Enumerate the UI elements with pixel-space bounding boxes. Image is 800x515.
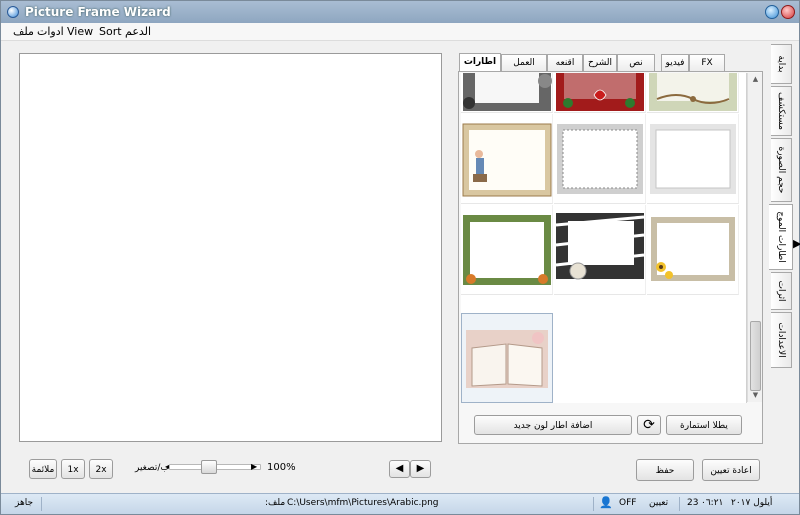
file-label: :ملف: [265, 498, 286, 508]
tab-frames[interactable]: اطارات: [459, 53, 501, 72]
save-button[interactable]: حفظ: [636, 459, 694, 481]
status-toggle[interactable]: OFF: [619, 498, 636, 508]
side-tab-image-size[interactable]: حجم الصورة: [771, 138, 792, 202]
zoom-percent: 100%: [267, 462, 296, 473]
minimize-button[interactable]: [765, 5, 779, 19]
file-path: C:\Users\mfm\Pictures\Arabic.png: [287, 498, 439, 508]
menu-bar: ملف ادوات View Sort الدعم: [1, 23, 799, 41]
tab-masks[interactable]: اقنعه: [547, 54, 583, 71]
silver-frame-icon: [650, 124, 736, 194]
zoom-2x-button[interactable]: 2x: [89, 459, 113, 479]
frame-thumb[interactable]: [554, 205, 646, 295]
window-title: Picture Frame Wizard: [25, 5, 171, 19]
status-time: ٠٦:٢١: [701, 498, 724, 508]
status-month-year: أيلول ٢٠١٧: [731, 498, 773, 508]
frame-thumb[interactable]: [554, 114, 646, 204]
tab-artwork[interactable]: العمل الفني: [501, 54, 547, 84]
side-tab-settings[interactable]: الاعدادات: [771, 312, 792, 368]
roses-heart-frame-icon: [556, 73, 644, 111]
grunge-frame-icon: [463, 73, 552, 111]
tab-video[interactable]: فيديو: [661, 54, 689, 71]
frame-thumb[interactable]: [461, 114, 553, 204]
apply-form-button[interactable]: يطلا استمارة: [666, 415, 742, 435]
lace-frame-icon: [557, 124, 643, 194]
status-day: 23: [687, 498, 699, 508]
frame-thumb-selected[interactable]: [461, 313, 553, 403]
menu-help[interactable]: الدعم: [125, 25, 151, 38]
user-icon: 👤: [599, 496, 613, 509]
zoom-slider-thumb[interactable]: [201, 460, 217, 474]
app-icon: [7, 6, 19, 18]
side-tab-frames[interactable]: اطارات الموج: [769, 204, 793, 270]
preview-canvas[interactable]: [19, 53, 442, 442]
side-tabs: بداية مستكشف حجم الصورة اطارات الموج اثر…: [769, 44, 793, 374]
status-separator: [593, 497, 594, 511]
fit-button[interactable]: ملائمة: [29, 459, 57, 479]
menu-view[interactable]: View: [67, 25, 93, 38]
leaf-frame-icon: [463, 215, 551, 285]
menu-sort[interactable]: Sort: [99, 25, 122, 38]
status-ready: جاهز: [15, 498, 34, 508]
boy-sketch-frame-icon: [462, 123, 552, 197]
next-arrow-icon[interactable]: ▶: [410, 460, 431, 478]
set-label: تعيين: [649, 498, 669, 508]
frame-gallery: [461, 73, 747, 403]
frame-thumb[interactable]: [647, 114, 739, 204]
frame-thumb[interactable]: [647, 73, 739, 113]
title-bar: Picture Frame Wizard: [1, 1, 799, 23]
tab-text[interactable]: نص: [617, 54, 655, 71]
side-expand-arrow-icon[interactable]: ▶: [793, 237, 800, 250]
status-separator: [41, 497, 42, 511]
menu-tools[interactable]: ادوات: [37, 25, 64, 38]
scroll-down-arrow-icon[interactable]: ▼: [749, 389, 762, 401]
scroll-thumb[interactable]: [750, 321, 761, 391]
refresh-icon[interactable]: ⟳: [637, 415, 661, 435]
frame-thumb[interactable]: [647, 205, 739, 295]
zoom-label: ب/تصغير: [135, 463, 169, 473]
status-separator: [679, 497, 680, 511]
rope-frame-icon: [649, 73, 737, 111]
add-frame-button[interactable]: اضافة اطار لون جديد: [474, 415, 632, 435]
feature-tabs: FX فيديو نص الشرح اقنعه العمل الفني اطار…: [459, 53, 763, 84]
zoom-1x-button[interactable]: 1x: [61, 459, 85, 479]
previous-arrow-icon[interactable]: ◀: [389, 460, 410, 478]
tab-caption[interactable]: الشرح: [583, 54, 617, 71]
side-tab-explorer[interactable]: مستكشف: [771, 86, 792, 136]
close-button[interactable]: [781, 5, 795, 19]
status-bar: جاهز :ملف C:\Users\mfm\Pictures\Arabic.p…: [1, 493, 799, 514]
zebra-bear-frame-icon: [555, 213, 645, 280]
app-window: Picture Frame Wizard ملف ادوات View Sort…: [0, 0, 800, 515]
tab-fx[interactable]: FX: [689, 54, 725, 71]
frame-thumb[interactable]: [461, 73, 553, 113]
side-tab-start[interactable]: بداية: [771, 44, 792, 84]
gallery-scrollbar[interactable]: ▲ ▼: [747, 73, 762, 402]
slider-right-arrow-icon[interactable]: ▶: [251, 462, 257, 471]
reset-button[interactable]: اعادة تعيين: [702, 459, 760, 481]
side-tab-effects[interactable]: اثرات: [771, 272, 792, 310]
menu-file[interactable]: ملف: [13, 25, 34, 38]
book-frame-icon: [466, 330, 548, 388]
frame-thumb[interactable]: [554, 73, 646, 113]
frame-thumb[interactable]: [461, 205, 553, 295]
sunflower-frame-icon: [651, 217, 735, 281]
scroll-up-arrow-icon[interactable]: ▲: [749, 73, 762, 85]
